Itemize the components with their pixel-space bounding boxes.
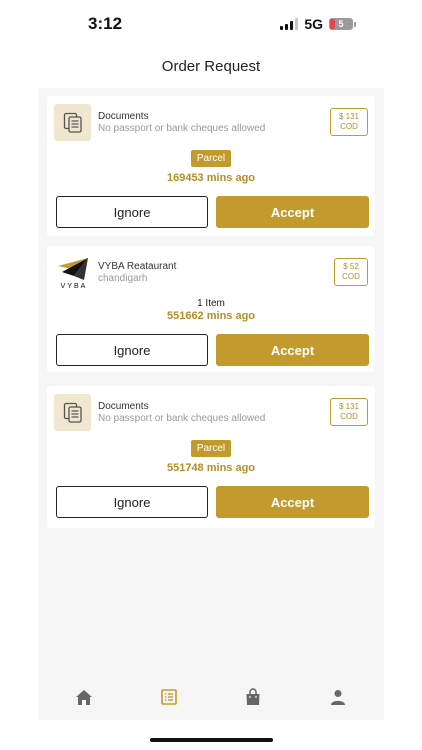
ignore-button[interactable]: Ignore: [56, 486, 208, 518]
order-subtitle: chandigarh: [98, 273, 148, 284]
price-badge: $ 52 COD: [334, 258, 368, 286]
payment-method: COD: [340, 412, 358, 421]
order-card: VYBA VYBA Reataurant chandigarh $ 52 COD…: [47, 246, 375, 372]
order-subtitle: No passport or bank cheques allowed: [98, 123, 266, 134]
order-title: Documents: [98, 111, 149, 122]
signal-icon: [280, 18, 299, 30]
documents-icon: [54, 104, 91, 141]
restaurant-logo: VYBA: [54, 254, 94, 294]
battery-icon: 5: [329, 18, 353, 30]
order-card-header: VYBA VYBA Reataurant chandigarh $ 52 COD: [54, 254, 368, 292]
parcel-tag: Parcel: [190, 150, 232, 167]
nav-profile[interactable]: [326, 686, 350, 708]
price-badge: $ 131 COD: [330, 398, 368, 426]
order-card-header: Documents No passport or bank cheques al…: [54, 394, 368, 432]
home-icon: [76, 689, 92, 705]
page-title: Order Request: [161, 58, 261, 75]
payment-method: COD: [340, 122, 358, 131]
payment-method: COD: [342, 272, 360, 281]
price-amount: $ 131: [338, 402, 360, 411]
shopping-bag-icon: [246, 688, 260, 705]
battery-level: 5: [338, 19, 344, 29]
price-badge: $ 131 COD: [330, 108, 368, 136]
status-indicators: 5G 5: [280, 16, 356, 32]
status-time: 3:12: [88, 14, 123, 33]
price-amount: $ 131: [338, 112, 360, 121]
order-card-header: Documents No passport or bank cheques al…: [54, 104, 368, 142]
order-title: VYBA Reataurant: [98, 261, 177, 272]
order-title: Documents: [98, 401, 149, 412]
order-list[interactable]: Documents No passport or bank cheques al…: [38, 88, 384, 676]
network-label: 5G: [304, 16, 323, 32]
home-indicator[interactable]: [150, 738, 273, 742]
order-subtitle: No passport or bank cheques allowed: [98, 413, 266, 424]
accept-button[interactable]: Accept: [216, 196, 369, 228]
documents-icon: [54, 394, 91, 431]
accept-button[interactable]: Accept: [216, 334, 369, 366]
order-time: 551748 mins ago: [166, 462, 256, 474]
nav-orders[interactable]: [157, 686, 181, 708]
ignore-button[interactable]: Ignore: [56, 196, 208, 228]
bottom-navigation: [38, 676, 384, 720]
price-amount: $ 52: [343, 262, 359, 271]
order-card: Documents No passport or bank cheques al…: [47, 386, 375, 528]
accept-button[interactable]: Accept: [216, 486, 369, 518]
profile-icon: [331, 690, 345, 705]
orders-list-icon: [161, 689, 177, 705]
parcel-tag: Parcel: [190, 440, 232, 457]
nav-shop[interactable]: [241, 686, 265, 708]
logo-text: VYBA: [61, 283, 88, 290]
order-card: Documents No passport or bank cheques al…: [47, 96, 375, 236]
status-bar: 3:12 5G 5: [0, 0, 422, 46]
ignore-button[interactable]: Ignore: [56, 334, 208, 366]
order-time: 551662 mins ago: [166, 310, 256, 322]
order-time: 169453 mins ago: [166, 172, 256, 184]
item-count: 1 Item: [197, 298, 225, 309]
nav-home[interactable]: [72, 686, 96, 708]
